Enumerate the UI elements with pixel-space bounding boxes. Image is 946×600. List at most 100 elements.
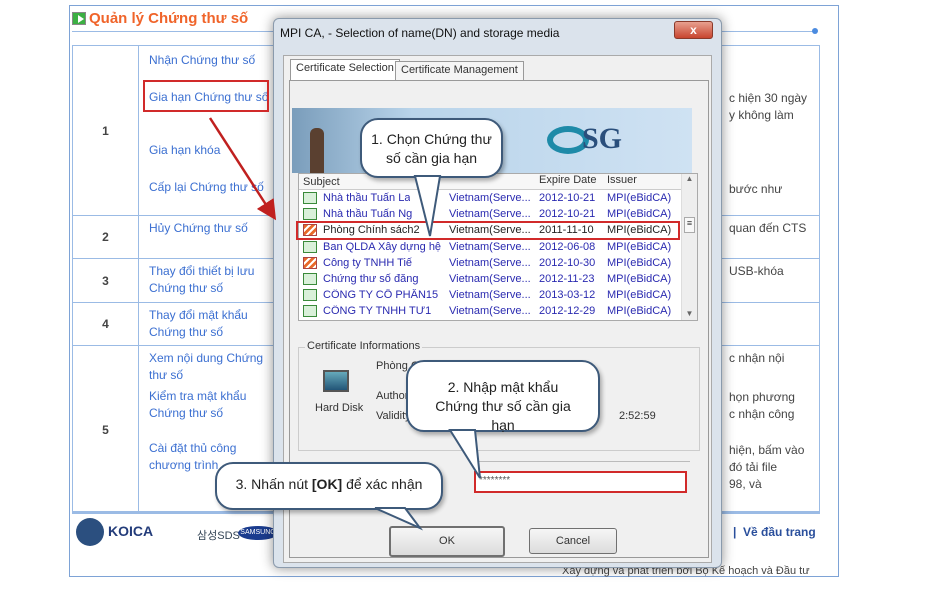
tab-certificate-selection[interactable]: Certificate Selection (290, 59, 400, 80)
highlight-renew-link (143, 80, 269, 112)
cert-issuer: MPI(eBidCA) (607, 208, 672, 221)
password-input[interactable]: ******** (474, 471, 687, 493)
cert-subject: CÔNG TY TNHH TƯ1 (299, 305, 445, 318)
expired-cert-icon (303, 256, 317, 269)
link-change-storage[interactable]: Thay đổi thiết bị lưu Chứng thư số (149, 263, 259, 297)
callout-text: để xác nhận (342, 476, 423, 492)
cert-dn: Vietnam(Serve... (449, 256, 531, 269)
cert-subject-text: Nhà thầu Tuấn La (323, 192, 411, 205)
desc-text: bước như (729, 182, 783, 196)
cert-expire: 2012-11-23 (539, 273, 595, 286)
dialog-title: MPI CA, - Selection of name(DN) and stor… (280, 26, 560, 40)
cert-subject-text: Ban QLDA Xây dựng hệ (323, 240, 442, 253)
separator: | (733, 525, 737, 539)
list-scrollbar[interactable]: ▲ ≡ ▼ (681, 174, 697, 320)
cert-issuer: MPI(eBidCA) (607, 305, 672, 318)
close-button[interactable]: x (674, 21, 713, 39)
desc-text: USB-khóa (729, 264, 784, 278)
callout-text: 2. Nhập mật khẩu Chứng thư số cần gia hạ… (435, 379, 571, 433)
cert-row[interactable]: CÔNG TY CỔ PHẦN15 Vietnam(Serve... 2013-03… (299, 287, 697, 303)
link-check-password[interactable]: Kiểm tra mật khẩu Chứng thư số (149, 388, 279, 422)
cert-expire: 2012-10-21 (539, 192, 596, 205)
link-view-cert[interactable]: Xem nội dung Chứng thư số (149, 350, 279, 384)
cert-row[interactable]: Ban QLDA Xây dựng hệ Vietnam(Serve... 2012… (299, 239, 697, 255)
cert-issuer: MPI(eBidCA) (607, 273, 672, 286)
cert-row[interactable]: Công ty TNHH Tiế Vietnam(Serve... 2012-10-… (299, 255, 697, 271)
desc-text: c nhận nội (729, 351, 785, 365)
cert-icon (303, 305, 317, 318)
col-issuer[interactable]: Issuer (603, 174, 685, 189)
certificate-list[interactable]: Subject Expire Date Issuer Nhà thầu Tuấn… (298, 173, 698, 321)
callout-step-1: 1. Chọn Chứng thư số cần gia hạn (360, 118, 503, 178)
media-label: Hard Disk (315, 402, 364, 414)
koica-logo: KOICA (108, 523, 154, 539)
cert-subject: Ban QLDA Xây dựng hệ (299, 240, 445, 253)
cert-icon (303, 240, 317, 253)
cert-issuer: MPI(eBidCA) (607, 192, 672, 205)
page-title: Quản lý Chứng thư số (72, 10, 248, 27)
desc-cell: c nhận nội họn phương c nhận công hiện, … (718, 345, 820, 514)
callout-step-2: 2. Nhập mật khẩu Chứng thư số cần gia hạ… (406, 360, 600, 433)
callout-text: 1. Chọn Chứng thư số cần gia hạn (371, 131, 492, 166)
desc-cell: USB-khóa (718, 258, 820, 303)
desc-text: đó tải file (729, 460, 778, 474)
cert-dn: Vietnam(Serve... (449, 289, 531, 302)
scroll-thumb[interactable]: ≡ (684, 217, 695, 233)
validity-value: 2:52:59 (619, 410, 656, 422)
cert-subject-text: CÔNG TY CỔ PHẦN15 (323, 289, 439, 302)
cert-row[interactable]: Nhà thầu Tuấn Ng Vietnam(Serve... 2012-10-… (299, 206, 697, 222)
cert-issuer: MPI(eBidCA) (607, 240, 672, 253)
cert-issuer: MPI(eBidCA) (607, 256, 672, 269)
desc-text: 98, và (729, 477, 762, 491)
desc-text: c nhận công (729, 407, 795, 421)
arrow-icon (72, 12, 86, 25)
col-expire-date[interactable]: Expire Date (535, 174, 603, 189)
group-label: Certificate Informations (305, 340, 423, 352)
link-change-password[interactable]: Thay đổi mật khẩu Chứng thư số (149, 307, 279, 341)
cert-subject-text: Công ty TNHH Tiế (323, 256, 413, 269)
tab-certificate-management[interactable]: Certificate Management (395, 61, 524, 80)
cert-dn: Vietnam(Serve... (449, 240, 531, 253)
sg-logo: SG (582, 122, 623, 155)
cert-subject: CÔNG TY CỔ PHẦN15 (299, 289, 445, 302)
cert-subject: Nhà thầu Tuấn Ng (299, 208, 445, 221)
row-number: 4 (72, 302, 139, 346)
callout-text: 3. Nhấn nút (235, 476, 312, 492)
cert-icon (303, 273, 317, 286)
desc-text: họn phương (729, 390, 795, 404)
desc-text: c hiện 30 ngày (729, 91, 808, 105)
ok-button[interactable]: OK (389, 526, 505, 557)
cert-subject: Nhà thầu Tuấn La (299, 192, 445, 205)
cancel-button[interactable]: Cancel (529, 528, 617, 554)
cert-subject-text: Chứng thư số đăng (323, 273, 419, 286)
desc-text: quan đến CTS (729, 221, 807, 235)
list-header: Subject Expire Date Issuer (299, 174, 697, 190)
desc-cell: c hiện 30 ngày y không làm bước như (718, 45, 820, 216)
cert-icon (303, 192, 317, 205)
callout-step-3: 3. Nhấn nút [OK] để xác nhận (215, 462, 443, 510)
desc-text: y không làm (729, 108, 794, 122)
cert-row[interactable]: Nhà thầu Tuấn La Vietnam(Serve... 2012-10-… (299, 190, 697, 206)
row-number: 3 (72, 258, 139, 303)
samsung-sds-logo: 삼성SDS (197, 530, 240, 542)
samsung-logo: SAMSUNG (238, 526, 278, 540)
cert-expire: 2013-03-12 (539, 289, 596, 302)
cert-dn: Vietnam(Serve... (449, 208, 531, 221)
back-to-top-link[interactable]: Về đầu trang (743, 525, 816, 539)
cert-dn: Vietnam(Serve... (449, 305, 531, 318)
cert-icon (303, 289, 317, 302)
row-number: 5 (72, 345, 139, 514)
cert-issuer: MPI(eBidCA) (607, 289, 672, 302)
cert-expire: 2012-12-29 (539, 305, 596, 318)
divider-dot (812, 28, 818, 34)
cert-row[interactable]: CÔNG TY TNHH TƯ1 Vietnam(Serve... 2012-12-… (299, 303, 697, 319)
cert-subject-text: CÔNG TY TNHH TƯ1 (323, 305, 432, 318)
cert-row[interactable]: Chứng thư số đăng Vietnam(Serve... 2012-11… (299, 271, 697, 287)
cert-subject: Công ty TNHH Tiế (299, 256, 445, 269)
cert-expire: 2012-10-21 (539, 208, 596, 221)
desc-cell: quan đến CTS (718, 215, 820, 259)
callout-text-bold: [OK] (311, 476, 343, 492)
cert-dn: Vietnam(Serve... (449, 273, 531, 286)
cert-icon (303, 208, 317, 221)
cert-subject: Chứng thư số đăng (299, 273, 445, 286)
